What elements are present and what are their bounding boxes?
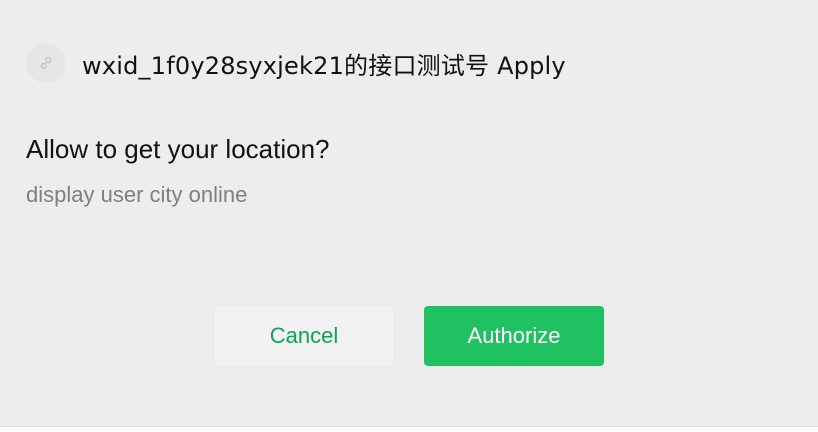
permission-question: Allow to get your location? (26, 134, 330, 164)
app-title: wxid_1f0y28syxjek21的接口测试号 Apply (82, 51, 566, 80)
dialog-header: wxid_1f0y28syxjek21的接口测试号 Apply (26, 43, 566, 83)
authorization-dialog: wxid_1f0y28syxjek21的接口测试号 Apply Allow to… (0, 0, 818, 427)
app-avatar (26, 43, 66, 83)
permission-description: display user city online (26, 182, 248, 207)
cancel-button[interactable]: Cancel (214, 306, 394, 366)
authorize-button[interactable]: Authorize (424, 306, 604, 366)
link-icon (40, 56, 52, 70)
